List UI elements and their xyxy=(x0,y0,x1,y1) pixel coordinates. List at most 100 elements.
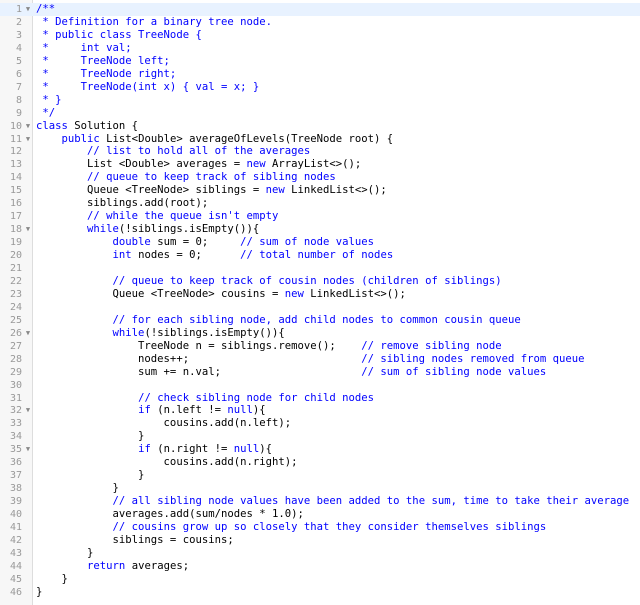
keyword-token: null xyxy=(227,404,253,417)
caret-down-icon[interactable]: ▼ xyxy=(24,327,32,340)
caret-down-icon[interactable]: ▼ xyxy=(24,133,32,146)
line-number: 43 xyxy=(9,547,22,559)
code-line[interactable]: 21 xyxy=(0,262,640,275)
code-line[interactable]: 22 // queue to keep track of cousin node… xyxy=(0,275,640,288)
code-line[interactable]: 29 sum += n.val; // sum of sibling node … xyxy=(0,366,640,379)
code-text: * int val; xyxy=(36,41,132,55)
comment-token: * int val; xyxy=(36,41,132,54)
code-token: cousins.add(n.left); xyxy=(36,417,292,430)
code-line[interactable]: 2 * Definition for a binary tree node. xyxy=(0,16,640,29)
code-line[interactable]: 36 cousins.add(n.right); xyxy=(0,456,640,469)
code-line[interactable]: 43 } xyxy=(0,547,640,560)
code-line[interactable]: 10 ▼ class Solution { xyxy=(0,120,640,133)
code-line[interactable]: 23 Queue <TreeNode> cousins = new Linked… xyxy=(0,288,640,301)
code-line[interactable]: 15 Queue <TreeNode> siblings = new Linke… xyxy=(0,184,640,197)
code-text: if (n.right != null){ xyxy=(36,443,272,456)
code-line[interactable]: 1 ▼ /** xyxy=(0,3,640,16)
code-text: // queue to keep track of sibling nodes xyxy=(36,171,336,184)
line-number: 11 xyxy=(9,133,22,145)
caret-down-icon[interactable]: ▼ xyxy=(24,3,32,16)
keyword-token: if xyxy=(138,443,151,456)
code-token: } xyxy=(36,482,119,495)
line-number: 46 xyxy=(9,586,22,598)
code-line[interactable]: 30 xyxy=(0,379,640,392)
comment-token: // check sibling node for child nodes xyxy=(138,391,375,404)
code-line[interactable]: 20 int nodes = 0; // total number of nod… xyxy=(0,249,640,262)
keyword-token: null xyxy=(233,443,260,456)
code-token: } xyxy=(36,585,43,598)
code-line[interactable]: 38 } xyxy=(0,482,640,495)
line-number: 22 xyxy=(9,275,22,287)
comment-token: // all sibling node values have been add… xyxy=(112,495,630,508)
line-number: 34 xyxy=(9,431,22,443)
code-line[interactable]: 6 * TreeNode right; xyxy=(0,68,640,81)
code-line[interactable]: 45 } xyxy=(0,573,640,586)
code-text: } xyxy=(36,469,144,482)
line-number: 21 xyxy=(9,263,22,274)
code-text: // for each sibling node, add child node… xyxy=(36,314,521,327)
code-line[interactable]: 7 * TreeNode(int x) { val = x; } xyxy=(0,81,640,94)
code-text: * } xyxy=(36,94,61,107)
code-line[interactable]: 9 */ xyxy=(0,107,640,120)
code-line[interactable]: 34 } xyxy=(0,430,640,443)
code-line[interactable]: 19 double sum = 0; // sum of node values xyxy=(0,236,640,249)
code-line[interactable]: 8 * } xyxy=(0,94,640,107)
code-line[interactable]: 3 * public class TreeNode { xyxy=(0,29,640,42)
code-line[interactable]: 17 // while the queue isn't empty xyxy=(0,210,640,223)
line-number: 5 xyxy=(15,55,22,67)
code-text: // queue to keep track of cousin nodes (… xyxy=(36,275,502,288)
caret-down-icon[interactable]: ▼ xyxy=(24,404,32,417)
code-line[interactable]: 44 return averages; xyxy=(0,560,640,573)
code-text: } xyxy=(36,573,68,586)
code-line[interactable]: 4 * int val; xyxy=(0,42,640,55)
code-line[interactable]: 46} xyxy=(0,586,640,599)
comment-token: * TreeNode right; xyxy=(36,67,177,80)
line-number: 14 xyxy=(9,172,22,184)
code-token: ArrayList<>(); xyxy=(265,158,362,171)
code-token: } xyxy=(36,430,145,443)
code-text: while(!siblings.isEmpty()){ xyxy=(36,327,285,340)
code-line[interactable]: 27 TreeNode n = siblings.remove(); // re… xyxy=(0,340,640,353)
code-token: List <Double> averages = xyxy=(36,158,247,171)
code-line[interactable]: 33 cousins.add(n.left); xyxy=(0,417,640,430)
code-token: Solution { xyxy=(67,119,139,132)
code-line[interactable]: 11 ▼ public List<Double> averageOfLevels(… xyxy=(0,133,640,146)
code-text: int nodes = 0; // total number of nodes xyxy=(36,249,394,262)
comment-token: // total number of nodes xyxy=(240,249,394,262)
code-line[interactable]: 37 } xyxy=(0,469,640,482)
code-line[interactable]: 16 siblings.add(root); xyxy=(0,197,640,210)
code-line[interactable]: 5 * TreeNode left; xyxy=(0,55,640,68)
code-line[interactable]: 41 // cousins grow up so closely that th… xyxy=(0,521,640,534)
caret-down-icon[interactable]: ▼ xyxy=(24,120,32,133)
code-line[interactable]: 39 // all sibling node values have been … xyxy=(0,495,640,508)
code-line[interactable]: 14 // queue to keep track of sibling nod… xyxy=(0,171,640,184)
code-line[interactable]: 18 ▼ while(!siblings.isEmpty()){ xyxy=(0,223,640,236)
comment-token: // while the queue isn't empty xyxy=(87,210,279,223)
code-line[interactable]: 32 ▼ if (n.left != null){ xyxy=(0,404,640,417)
code-editor[interactable]: 1 ▼/** 2 * Definition for a binary tree no… xyxy=(0,0,640,605)
code-line[interactable]: 13 List <Double> averages = new ArrayLis… xyxy=(0,158,640,171)
code-line[interactable]: 24 xyxy=(0,301,640,314)
code-line[interactable]: 40 averages.add(sum/nodes * 1.0); xyxy=(0,508,640,521)
code-line[interactable]: 25 // for each sibling node, add child n… xyxy=(0,314,640,327)
line-number: 29 xyxy=(9,366,22,378)
code-text: // while the queue isn't empty xyxy=(36,210,278,223)
code-token: nodes = 0; xyxy=(131,249,241,262)
code-line[interactable]: 31 // check sibling node for child nodes xyxy=(0,392,640,405)
code-line[interactable]: 28 nodes++; // sibling nodes removed fro… xyxy=(0,353,640,366)
code-line[interactable]: 42 siblings = cousins; xyxy=(0,534,640,547)
code-line[interactable]: 26 ▼ while(!siblings.isEmpty()){ xyxy=(0,327,640,340)
caret-down-icon[interactable]: ▼ xyxy=(24,223,32,236)
line-number: 12 xyxy=(9,146,22,158)
code-line[interactable]: 12 // list to hold all of the averages xyxy=(0,145,640,158)
code-line[interactable]: 35 ▼ if (n.right != null){ xyxy=(0,443,640,456)
code-text: double sum = 0; // sum of node values xyxy=(36,236,375,249)
line-number: 8 xyxy=(15,94,22,106)
line-number: 4 xyxy=(15,42,22,54)
code-text: cousins.add(n.right); xyxy=(36,456,298,469)
caret-down-icon[interactable]: ▼ xyxy=(24,443,32,456)
